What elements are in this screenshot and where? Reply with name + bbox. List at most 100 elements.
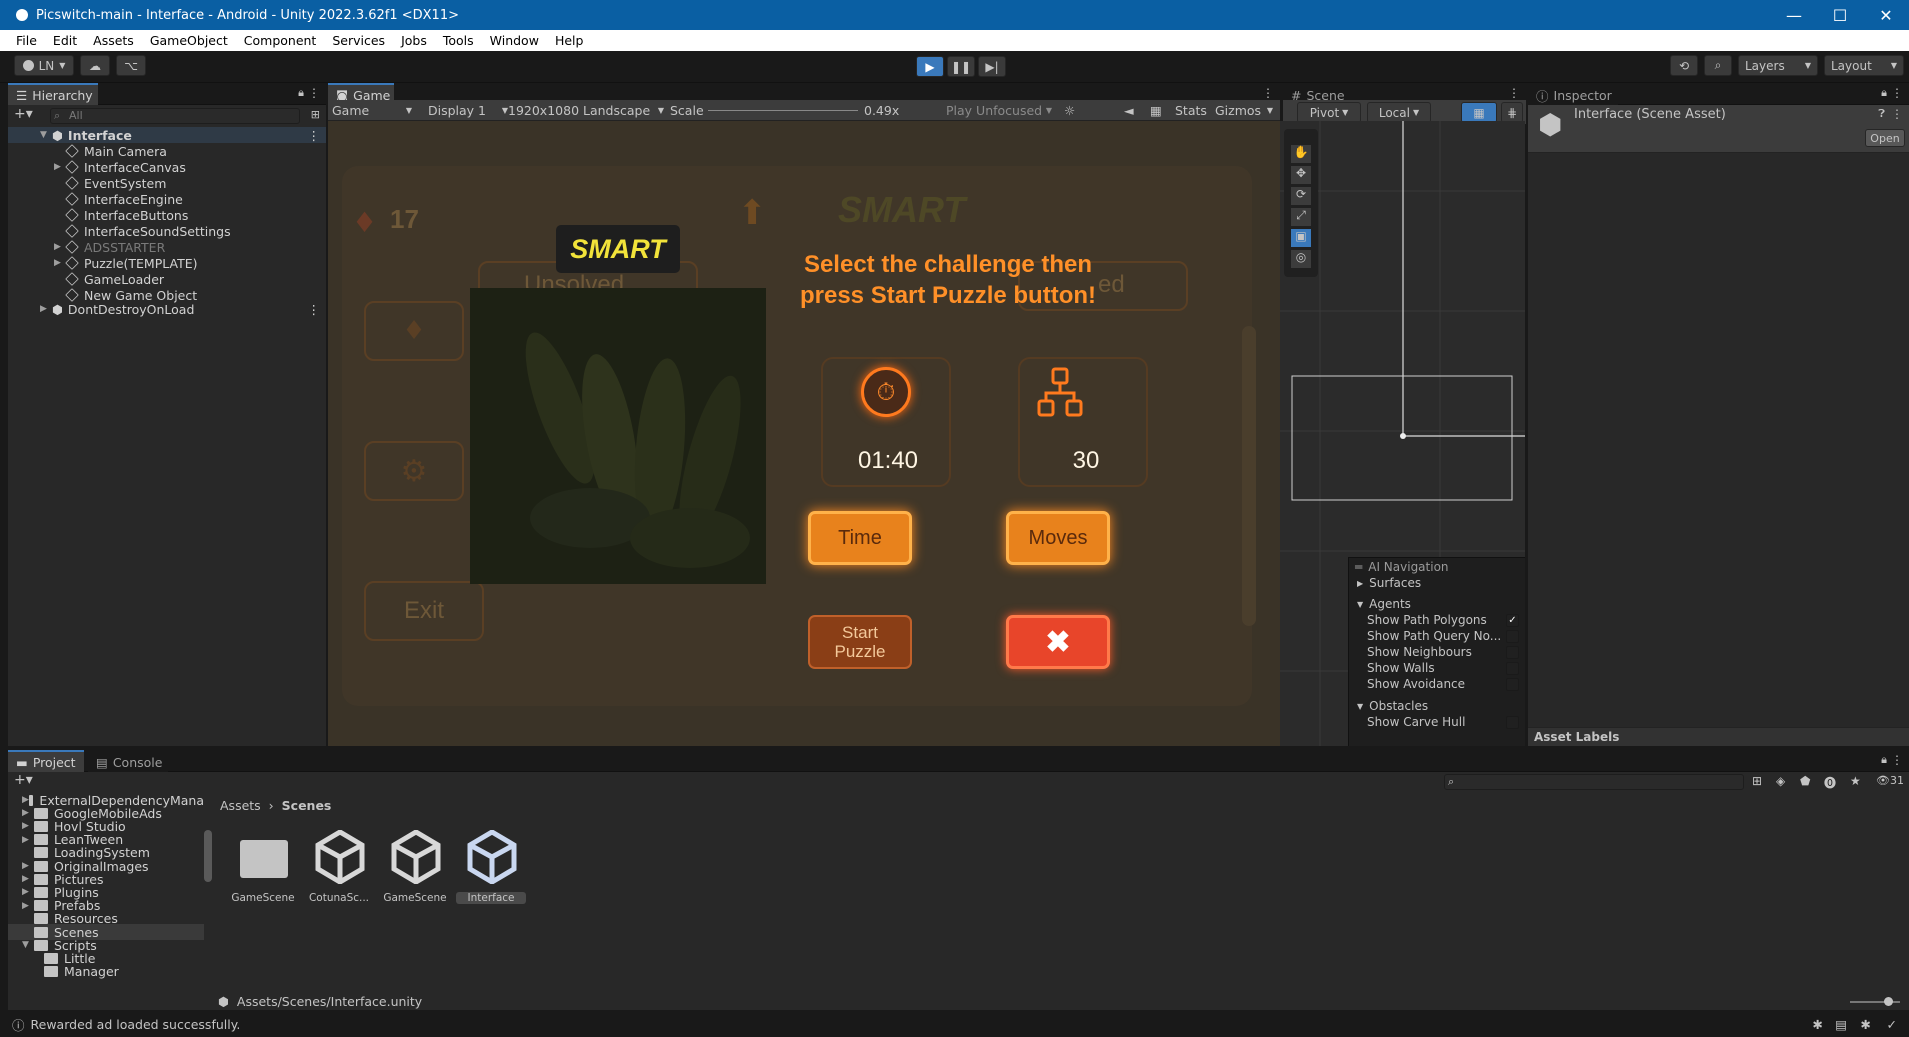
ai-nav-obstacles-row[interactable]: ▼ Obstacles (1349, 698, 1525, 714)
expand-arrow-icon[interactable]: ▶ (22, 835, 34, 845)
menu-edit[interactable]: Edit (45, 33, 85, 48)
lock-icon[interactable]: 🔒︎ (1881, 753, 1887, 767)
menu-help[interactable]: Help (547, 33, 592, 48)
icon-size-slider[interactable] (1850, 997, 1900, 1006)
expand-arrow-icon[interactable]: ▶ (54, 242, 66, 252)
menu-services[interactable]: Services (324, 33, 393, 48)
ai-nav-option[interactable]: Show Path Polygons ✓ (1349, 612, 1525, 628)
mute-audio-icon[interactable]: ◄ (1124, 100, 1134, 121)
display-select[interactable]: Display 1 ▼ (428, 100, 512, 121)
status-message[interactable]: Rewarded ad loaded successfully. (31, 1017, 241, 1032)
checkbox[interactable] (1506, 661, 1519, 675)
hierarchy-item[interactable]: EventSystem (8, 175, 326, 191)
checkbox[interactable] (1506, 677, 1519, 691)
hierarchy-item[interactable]: InterfaceButtons (8, 207, 326, 223)
filter-label-icon[interactable]: ◈ (1776, 774, 1785, 788)
tab-project[interactable]: ▬ Project (8, 750, 84, 772)
more-options-icon[interactable]: ⋮ (1891, 86, 1903, 100)
cache-server-icon[interactable]: ▤ (1835, 1017, 1847, 1032)
scale-slider[interactable] (708, 110, 858, 111)
grid-snapping-button[interactable]: ▦ (1461, 102, 1497, 123)
hierarchy-search-input[interactable]: ⌕ All (50, 108, 300, 124)
hierarchy-item[interactable]: ▶ ADSSTARTER (8, 239, 326, 255)
hierarchy-item[interactable]: InterfaceSoundSettings (8, 223, 326, 239)
add-icon[interactable]: +▾ (14, 106, 33, 122)
asset-folder[interactable]: GameScene (228, 824, 298, 924)
check-icon[interactable]: ✓ (1887, 1017, 1897, 1032)
collab-button[interactable]: ⌥ (116, 55, 146, 76)
ai-nav-agents-row[interactable]: ▼ Agents (1349, 596, 1525, 612)
play-button[interactable]: ▶ (916, 56, 944, 77)
breadcrumb-current[interactable]: Scenes (282, 798, 332, 813)
resolution-select[interactable]: 1920x1080 Landscape ▼ (508, 100, 668, 121)
rect-tool-icon[interactable]: ▣ (1291, 229, 1311, 247)
checkbox[interactable] (1506, 645, 1519, 659)
move-tool-icon[interactable]: ✥ (1291, 166, 1311, 184)
tab-inspector[interactable]: ⓘ Inspector (1528, 83, 1618, 105)
minimize-button[interactable]: — (1771, 0, 1817, 30)
ai-nav-option[interactable]: Show Neighbours (1349, 644, 1525, 660)
expand-arrow-icon[interactable]: ▼ (40, 130, 52, 140)
close-window-button[interactable]: ✕ (1863, 0, 1909, 30)
expand-arrow-icon[interactable]: ▶ (40, 304, 52, 314)
expand-arrow-icon[interactable]: ▶ (22, 874, 34, 884)
account-dropdown[interactable]: LN ▼ (14, 55, 74, 76)
help-icon[interactable]: ❓︎ (1878, 107, 1885, 121)
more-options-icon[interactable]: ⋮ (308, 86, 320, 100)
expand-arrow-icon[interactable]: ▶ (54, 162, 66, 172)
asset-scene[interactable]: CotunaSc... (304, 824, 374, 924)
project-folder-item[interactable]: Manager (8, 964, 204, 980)
ai-nav-title-row[interactable]: ═ AI Navigation (1349, 559, 1525, 575)
stats-toggle[interactable]: Stats (1175, 100, 1207, 121)
tag-icon[interactable]: ⬟ (1800, 774, 1810, 788)
add-icon[interactable]: +▾ (14, 772, 33, 788)
frame-debugger-icon[interactable]: ☼ (1064, 100, 1075, 121)
menu-assets[interactable]: Assets (85, 33, 142, 48)
lock-icon[interactable]: 🔒︎ (1881, 86, 1887, 100)
pivot-dropdown[interactable]: Pivot ▼ (1297, 102, 1361, 123)
scene-view[interactable]: ✋ ✥ ⟳ ⤢ ▣ ◎ ═ AI Navigation ▶ Surfaces ▼… (1280, 121, 1525, 746)
expand-arrow-icon[interactable]: ▼ (22, 940, 34, 950)
expand-arrow-icon[interactable]: ▶ (22, 821, 34, 831)
slider-handle[interactable] (1884, 997, 1893, 1006)
expand-arrow-icon[interactable]: ▶ (22, 901, 34, 911)
layout-dropdown[interactable]: Layout ▼ (1824, 55, 1904, 76)
scene-root-row[interactable]: ▼ ⬢ Interface ⋮ (8, 127, 326, 143)
scene-visibility-icon[interactable]: ⊞ (311, 108, 320, 121)
menu-jobs[interactable]: Jobs (393, 33, 435, 48)
checkbox[interactable] (1506, 715, 1519, 729)
star-icon[interactable]: ★ (1850, 774, 1861, 788)
scale-tool-icon[interactable]: ⤢ (1291, 208, 1311, 226)
menu-window[interactable]: Window (482, 33, 547, 48)
cloud-button[interactable]: ☁ (80, 55, 110, 76)
transform-tool-icon[interactable]: ◎ (1291, 250, 1311, 268)
expand-arrow-icon[interactable]: ▶ (22, 808, 34, 818)
close-dialog-button[interactable]: ✖ (1006, 615, 1110, 669)
step-button[interactable]: ▶| (978, 56, 1006, 77)
more-options-icon[interactable]: ⋮ (308, 128, 321, 143)
tab-console[interactable]: ▤ Console (88, 750, 168, 772)
project-search-input[interactable]: ⌕ (1444, 774, 1744, 790)
bug-report-icon[interactable]: ✱ (1813, 1017, 1823, 1032)
lock-icon[interactable]: 🔒︎ (298, 86, 304, 100)
maximize-button[interactable]: ☐ (1817, 0, 1863, 30)
layers-dropdown[interactable]: Layers ▼ (1738, 55, 1818, 76)
pause-button[interactable]: ❚❚ (947, 56, 975, 77)
more-options-icon[interactable]: ⋮ (1508, 86, 1520, 100)
hierarchy-item[interactable]: GameLoader (8, 271, 326, 287)
tab-hierarchy[interactable]: ☰ Hierarchy (8, 83, 98, 105)
checkbox[interactable]: ✓ (1506, 613, 1519, 627)
menu-component[interactable]: Component (236, 33, 325, 48)
local-dropdown[interactable]: Local ▼ (1367, 102, 1431, 123)
expand-arrow-icon[interactable]: ▶ (54, 258, 66, 268)
game-view-select[interactable]: Game ▼ (332, 100, 416, 121)
moves-challenge-button[interactable]: Moves (1006, 511, 1110, 565)
ai-nav-option[interactable]: Show Path Query No... (1349, 628, 1525, 644)
time-challenge-button[interactable]: Time (808, 511, 912, 565)
more-options-icon[interactable]: ⋮ (1262, 86, 1274, 100)
menu-tools[interactable]: Tools (435, 33, 482, 48)
gizmos-toggle[interactable]: Gizmos ▼ (1215, 100, 1275, 121)
expand-arrow-icon[interactable]: ▶ (22, 795, 29, 805)
progress-icon[interactable]: ✱ (1861, 1017, 1871, 1032)
grid-toggle-icon[interactable]: ▦ (1150, 100, 1162, 121)
